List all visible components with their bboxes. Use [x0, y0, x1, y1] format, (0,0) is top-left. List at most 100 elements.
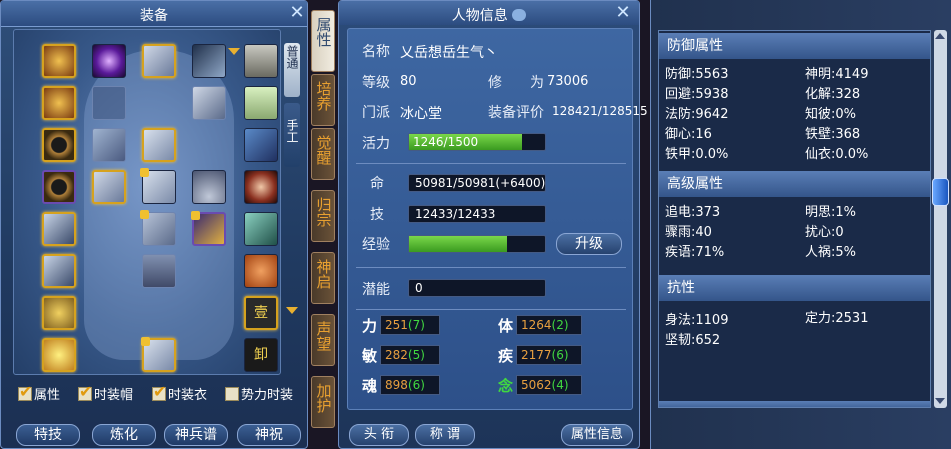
equip-slot-5[interactable]: [42, 212, 76, 246]
scroll-down-icon[interactable]: [286, 307, 298, 314]
equip-slot-ding[interactable]: 壹: [244, 296, 278, 330]
level-value: 80: [400, 74, 417, 89]
equip-slot-17[interactable]: [192, 44, 226, 78]
equip-slot-15[interactable]: [142, 254, 176, 288]
stat-label-mind: 念: [498, 377, 514, 395]
equip-slot-12[interactable]: [142, 128, 176, 162]
stat-label-constitution: 体: [498, 317, 514, 335]
unequip-button[interactable]: 卸: [244, 338, 278, 372]
equip-slot-ring-2[interactable]: [42, 170, 76, 204]
tab-normal-label: 普通: [285, 45, 299, 69]
tab-reputation[interactable]: 声望: [311, 314, 335, 366]
equip-slot-empty-1[interactable]: [92, 86, 126, 120]
title-button[interactable]: 头 衔: [349, 424, 409, 446]
tab-return-sect[interactable]: 归宗: [311, 190, 335, 242]
lock-icon: [191, 211, 200, 220]
tab-attributes[interactable]: 属性: [311, 10, 335, 72]
attr-item: 御心:16: [665, 127, 712, 142]
section-header-advanced: 高级属性: [659, 171, 930, 197]
tab-normal[interactable]: 普通: [284, 43, 300, 97]
attr-item: 防御:5563: [665, 67, 729, 82]
life-label: 命: [370, 176, 384, 192]
divine-weapon-button[interactable]: 神兵谱: [164, 424, 228, 446]
checkbox-fashion-clothes[interactable]: 时装衣: [152, 383, 207, 405]
skill-label: 技: [370, 207, 384, 223]
tab-label: 声望: [314, 321, 333, 351]
stat-bonus: (5): [407, 348, 425, 362]
scroll-down-icon[interactable]: [935, 398, 945, 404]
attr-item: 知彼:0%: [805, 107, 857, 122]
equip-slot-6[interactable]: [42, 254, 76, 288]
close-icon[interactable]: ✕: [613, 4, 633, 24]
equip-slot-ring-1[interactable]: [42, 128, 76, 162]
equip-slot-orb[interactable]: [92, 44, 126, 78]
equip-slot-13[interactable]: [140, 168, 176, 204]
checkbox-faction-fashion[interactable]: 势力时装: [225, 387, 293, 405]
equip-slot-2[interactable]: [42, 86, 76, 120]
equip-slot-horse[interactable]: [244, 212, 278, 246]
attr-item: 追电:373: [665, 205, 721, 220]
attr-item: 神明:4149: [805, 67, 869, 82]
checkbox-fashion-hat[interactable]: 时装帽: [78, 383, 133, 405]
tab-cultivate[interactable]: 培养: [311, 74, 335, 126]
tab-divine-revelation[interactable]: 神启: [311, 252, 335, 304]
equip-slot-8[interactable]: [42, 338, 76, 372]
equip-slot-10[interactable]: [92, 170, 126, 204]
lock-icon: [141, 337, 150, 346]
divider: [356, 309, 626, 310]
character-info-title: 人物信息: [339, 5, 639, 25]
scrollbar-thumb[interactable]: [932, 178, 949, 206]
equip-slot-1[interactable]: [42, 44, 76, 78]
checkbox-icon: [152, 383, 166, 401]
tab-label: 培养: [314, 81, 333, 111]
stat-value: 1264: [521, 318, 552, 332]
upgrade-button[interactable]: 升级: [556, 233, 622, 255]
equip-slot-21[interactable]: [244, 44, 278, 78]
equip-slot-22[interactable]: [244, 86, 278, 120]
attr-item: 铁甲:0.0%: [665, 147, 729, 162]
equipment-titlebar: 装备 ✕: [1, 1, 307, 27]
special-skill-button[interactable]: 特技: [16, 424, 80, 446]
tab-handmade[interactable]: 手工: [284, 103, 300, 167]
appellation-button[interactable]: 称 谓: [415, 424, 475, 446]
tab-awaken[interactable]: 觉醒: [311, 128, 335, 180]
scrollbar[interactable]: [934, 30, 947, 408]
experience-bar-fill: [409, 236, 507, 252]
stat-bonus: (4): [551, 378, 569, 392]
stat-value: 251: [385, 318, 408, 332]
stat-swiftness: 2177(6): [516, 345, 582, 365]
equip-slot-wing[interactable]: [92, 128, 126, 162]
section-header-resistance: 抗性: [659, 275, 930, 301]
name-value: 乂岳想岳生气丶: [400, 45, 498, 61]
equip-slot-pet[interactable]: [244, 254, 278, 288]
potential-label: 潜能: [362, 282, 390, 298]
divider: [356, 267, 626, 268]
refine-button[interactable]: 炼化: [92, 424, 156, 446]
attribute-info-button[interactable]: 属性信息: [561, 424, 633, 446]
equip-slot-23[interactable]: [244, 128, 278, 162]
stat-mind: 5062(4): [516, 375, 582, 395]
equip-slot-20[interactable]: [191, 211, 226, 246]
attribute-list[interactable]: 防御属性 防御:5563 神明:4149 回避:5938 化解:328 法防:9…: [658, 30, 931, 408]
attr-item: 仙衣:0.0%: [805, 147, 869, 162]
cultivation-label: 修 为: [488, 75, 544, 91]
tab-protection[interactable]: 加护: [311, 376, 335, 428]
vitality-value: 1246/1500: [413, 135, 479, 149]
cultivation-value: 73006: [547, 74, 589, 89]
stat-value: 5062: [521, 378, 552, 392]
checkbox-attributes[interactable]: 属性: [18, 383, 60, 405]
scroll-up-icon[interactable]: [935, 33, 945, 39]
chevron-down-icon[interactable]: [228, 48, 240, 55]
attr-item: 法防:9642: [665, 107, 729, 122]
equip-slot-avatar[interactable]: [244, 170, 278, 204]
close-icon[interactable]: ✕: [287, 4, 307, 24]
equip-slot-11[interactable]: [142, 44, 176, 78]
equip-slot-14[interactable]: [140, 210, 176, 246]
equip-slot-7[interactable]: [42, 296, 76, 330]
equip-slot-16[interactable]: [141, 337, 176, 372]
equip-slot-18[interactable]: [192, 86, 226, 120]
divine-blessing-button[interactable]: 神祝: [237, 424, 301, 446]
stat-bonus: (6): [551, 348, 569, 362]
equip-slot-fan[interactable]: [192, 170, 226, 204]
skill-value: 12433/12433: [408, 205, 546, 223]
